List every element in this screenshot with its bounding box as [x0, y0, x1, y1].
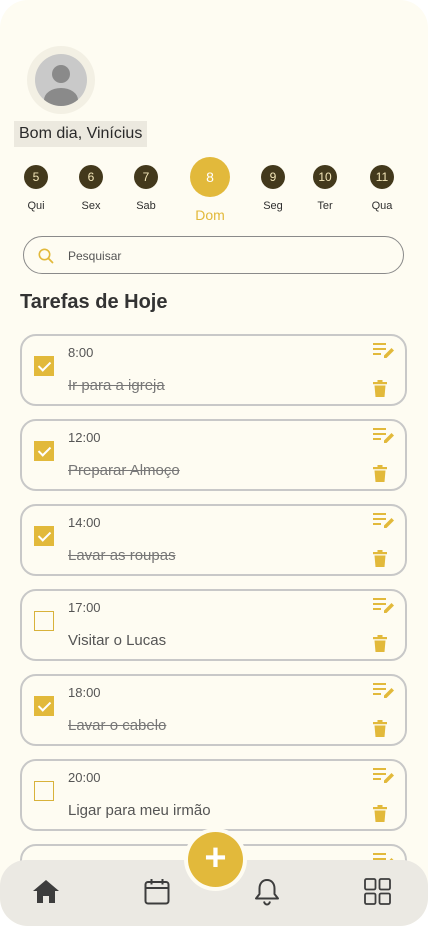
day-label: Ter	[317, 200, 333, 212]
task-checkbox[interactable]	[34, 696, 54, 716]
task-card: 17:00 Visitar o Lucas	[20, 589, 407, 661]
day-number: 10	[313, 165, 337, 189]
task-title: Visitar o Lucas	[68, 632, 167, 649]
day-item-qui[interactable]: 5 Qui	[11, 165, 61, 212]
task-card: 18:00 Lavar o cabelo	[20, 674, 407, 746]
edit-icon[interactable]	[373, 682, 395, 700]
search-icon	[38, 248, 54, 264]
bell-icon[interactable]	[254, 878, 280, 906]
day-number: 8	[190, 157, 230, 197]
plus-icon: +	[204, 837, 227, 879]
task-card: 14:00 Lavar as roupas	[20, 504, 407, 576]
day-item-ter[interactable]: 10 Ter	[300, 165, 350, 212]
task-card: 8:00 Ir para a igreja	[20, 334, 407, 406]
day-number: 7	[134, 165, 158, 189]
day-item-seg[interactable]: 9 Seg	[248, 165, 298, 212]
calendar-icon[interactable]	[144, 878, 170, 905]
task-checkbox[interactable]	[34, 356, 54, 376]
task-card: 12:00 Preparar Almoço	[20, 419, 407, 491]
edit-icon[interactable]	[373, 597, 395, 615]
avatar[interactable]	[27, 46, 95, 114]
day-number: 6	[79, 165, 103, 189]
greeting-text: Bom dia, Vinícius	[14, 121, 148, 147]
day-item-dom[interactable]: 8 Dom	[185, 157, 235, 223]
day-label: Seg	[263, 200, 283, 212]
task-title: Preparar Almoço	[68, 462, 180, 479]
task-title: Lavar as roupas	[68, 547, 176, 564]
day-label: Sex	[81, 200, 101, 212]
add-task-button[interactable]: +	[188, 832, 243, 887]
day-label: Sab	[136, 200, 156, 212]
trash-icon[interactable]	[373, 720, 387, 737]
app-screen: Bom dia, Vinícius 5 Qui 6 Sex 7 Sab 8 Do…	[0, 0, 428, 926]
day-item-sab[interactable]: 7 Sab	[121, 165, 171, 212]
task-title: Lavar o cabelo	[68, 717, 167, 734]
edit-icon[interactable]	[373, 767, 395, 785]
edit-icon[interactable]	[373, 512, 395, 530]
task-title: Ir para a igreja	[68, 377, 165, 394]
trash-icon[interactable]	[373, 635, 387, 652]
trash-icon[interactable]	[373, 380, 387, 397]
day-number: 9	[261, 165, 285, 189]
edit-icon[interactable]	[373, 342, 395, 360]
section-title: Tarefas de Hoje	[20, 291, 168, 313]
search-input[interactable]	[66, 245, 370, 267]
task-time: 12:00	[68, 430, 101, 445]
task-time: 14:00	[68, 515, 101, 530]
day-item-qua[interactable]: 11 Qua	[357, 165, 407, 212]
task-title: Ligar para meu irmão	[68, 802, 211, 819]
task-checkbox[interactable]	[34, 781, 54, 801]
user-icon	[35, 54, 87, 106]
task-time: 8:00	[68, 345, 94, 360]
trash-icon[interactable]	[373, 805, 387, 822]
grid-icon[interactable]	[364, 878, 391, 905]
task-time: 20:00	[68, 770, 101, 785]
day-item-sex[interactable]: 6 Sex	[66, 165, 116, 212]
day-label: Qui	[27, 200, 45, 212]
task-card: 20:00 Ligar para meu irmão	[20, 759, 407, 831]
task-checkbox[interactable]	[34, 611, 54, 631]
task-checkbox[interactable]	[34, 441, 54, 461]
day-number: 5	[24, 165, 48, 189]
day-number: 11	[370, 165, 394, 189]
day-label: Dom	[195, 207, 225, 223]
task-checkbox[interactable]	[34, 526, 54, 546]
trash-icon[interactable]	[373, 550, 387, 567]
trash-icon[interactable]	[373, 465, 387, 482]
home-icon[interactable]	[32, 878, 60, 904]
task-time: 18:00	[68, 685, 101, 700]
edit-icon[interactable]	[373, 427, 395, 445]
search-bar[interactable]	[23, 236, 404, 274]
day-label: Qua	[371, 200, 393, 212]
task-time: 17:00	[68, 600, 101, 615]
